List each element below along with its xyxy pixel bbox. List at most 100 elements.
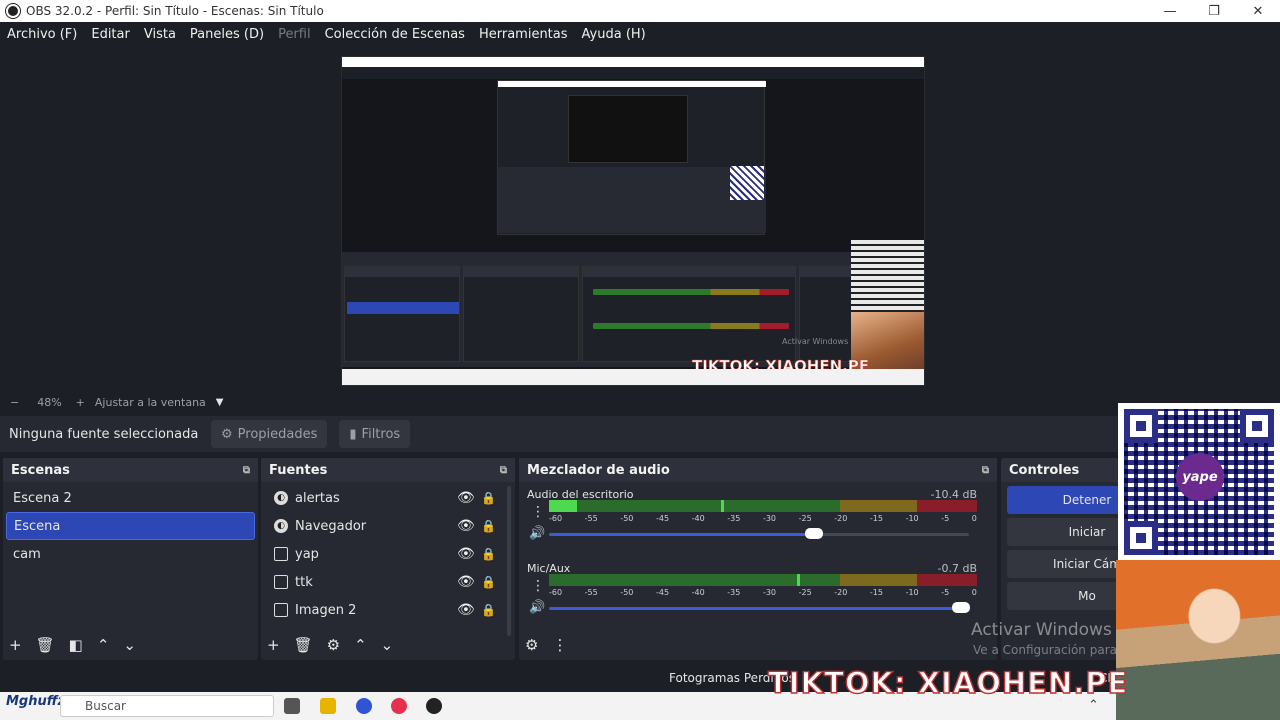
advanced-audio-gear-icon[interactable]: ⚙ <box>525 636 538 654</box>
volume-slider-track[interactable] <box>813 533 969 536</box>
tick-label: -20 <box>834 514 848 523</box>
scene-item-cam[interactable]: cam <box>6 540 255 568</box>
source-item-imagen-2[interactable]: Imagen 2 👁 🔒 <box>264 596 512 624</box>
move-up-icon[interactable]: ⌃ <box>97 636 110 654</box>
window-controls: — ❐ ✕ <box>1148 0 1280 22</box>
preview-area[interactable]: Activar Windows TIKTOK: XIAOHEN.PE <box>0 46 1280 392</box>
scene-item-escena[interactable]: Escena <box>6 512 255 540</box>
obs-taskbar-icon[interactable] <box>426 698 442 714</box>
volume-meter <box>549 500 977 512</box>
tick-label: 0 <box>971 588 977 597</box>
menu-herramientas[interactable]: Herramientas <box>472 27 575 42</box>
fit-window-label[interactable]: Ajustar a la ventana <box>95 396 206 409</box>
fit-dropdown-caret-icon[interactable]: ▼ <box>216 397 224 408</box>
menu-ayuda[interactable]: Ayuda (H) <box>575 27 653 42</box>
source-item-alertas[interactable]: ◐ alertas 👁 🔒 <box>264 484 512 512</box>
zoom-bar: − 48% + Ajustar a la ventana ▼ <box>0 392 640 412</box>
opera-icon[interactable] <box>391 698 407 714</box>
source-item-navegador[interactable]: ◐ Navegador 👁 🔒 <box>264 512 512 540</box>
qr-code-overlay: yape <box>1118 403 1280 561</box>
qr-finder-pattern <box>1124 521 1158 555</box>
undock-icon[interactable]: ⧉ <box>500 465 507 476</box>
browser-icon: ◐ <box>274 519 288 533</box>
visibility-eye-icon[interactable]: 👁 <box>457 518 475 534</box>
scene-filters-icon[interactable]: ◧ <box>69 636 83 654</box>
visibility-eye-icon[interactable]: 👁 <box>457 490 475 506</box>
tick-label: -35 <box>727 588 741 597</box>
preview-nested-docks <box>342 252 924 367</box>
lock-icon[interactable]: 🔒 <box>481 519 496 533</box>
add-scene-icon[interactable]: + <box>9 636 22 654</box>
volume-slider-knob[interactable] <box>804 528 823 539</box>
menu-paneles[interactable]: Paneles (D) <box>183 27 271 42</box>
preview-meter-1 <box>593 289 789 295</box>
remove-scene-icon[interactable]: 🗑 <box>36 636 55 654</box>
source-item-yap[interactable]: yap 👁 🔒 <box>264 540 512 568</box>
tick-label: -15 <box>869 588 883 597</box>
mixer-title: Mezclador de audio <box>527 462 670 478</box>
menu-bar: Archivo (F) Editar Vista Paneles (D) Per… <box>0 22 1280 46</box>
volume-slider-fill[interactable] <box>549 607 961 610</box>
tick-label: -20 <box>834 588 848 597</box>
add-source-icon[interactable]: + <box>267 636 280 654</box>
lock-icon[interactable]: 🔒 <box>481 575 496 589</box>
tick-label: -55 <box>584 514 598 523</box>
lock-icon[interactable]: 🔒 <box>481 547 496 561</box>
move-up-icon[interactable]: ⌃ <box>354 636 367 654</box>
tick-label: -40 <box>691 588 705 597</box>
maximize-button[interactable]: ❐ <box>1192 0 1236 22</box>
scene-item-escena-2[interactable]: Escena 2 <box>6 484 255 512</box>
mixer-dock-header: Mezclador de audio ⧉ <box>519 458 997 482</box>
track-menu-icon[interactable]: ⋮ <box>531 578 545 594</box>
discord-icon[interactable] <box>356 698 372 714</box>
preview-nested-menubar <box>342 67 924 79</box>
track-menu-icon[interactable]: ⋮ <box>531 504 545 520</box>
lock-icon[interactable]: 🔒 <box>481 491 496 505</box>
tick-label: -25 <box>798 588 812 597</box>
meter-ticks: -60 -55 -50 -45 -40 -35 -30 -25 -20 -15 … <box>549 514 977 524</box>
source-settings-gear-icon[interactable]: ⚙ <box>327 636 340 654</box>
visibility-eye-icon[interactable]: 👁 <box>457 546 475 562</box>
volume-slider-knob[interactable] <box>951 602 970 613</box>
visibility-eye-icon[interactable]: 👁 <box>457 574 475 590</box>
volume-slider-fill[interactable] <box>549 533 814 536</box>
chevron-up-icon[interactable]: ⌃ <box>1088 698 1099 713</box>
menu-editar[interactable]: Editar <box>84 27 137 42</box>
close-button[interactable]: ✕ <box>1236 0 1280 22</box>
task-view-icon[interactable] <box>284 698 300 714</box>
file-explorer-icon[interactable] <box>320 698 336 714</box>
filters-button[interactable]: ▮ Filtros <box>339 420 411 448</box>
controls-title: Controles <box>1009 462 1080 478</box>
menu-vista[interactable]: Vista <box>137 27 183 42</box>
source-item-ttk[interactable]: ttk 👁 🔒 <box>264 568 512 596</box>
sources-dock-header: Fuentes ⧉ <box>261 458 515 482</box>
undock-icon[interactable]: ⧉ <box>982 465 989 476</box>
visibility-eye-icon[interactable]: 👁 <box>457 602 475 618</box>
qr-finder-pattern <box>1124 409 1158 443</box>
taskbar-search-input[interactable]: Buscar <box>60 695 274 717</box>
undock-icon[interactable]: ⧉ <box>243 465 250 476</box>
zoom-in-button[interactable]: + <box>76 396 85 409</box>
activate-windows-title: Activar Windows <box>971 620 1112 640</box>
window-title: OBS 32.0.2 - Perfil: Sin Título - Escena… <box>26 4 324 18</box>
minimize-button[interactable]: — <box>1148 0 1192 22</box>
menu-perfil[interactable]: Perfil <box>271 27 318 42</box>
speaker-icon[interactable]: 🔊 <box>529 600 545 615</box>
properties-button[interactable]: ⚙ Propiedades <box>211 420 328 448</box>
image-icon <box>274 575 288 589</box>
move-down-icon[interactable]: ⌄ <box>123 636 136 654</box>
move-down-icon[interactable]: ⌄ <box>381 636 394 654</box>
remove-source-icon[interactable]: 🗑 <box>294 636 313 654</box>
lock-icon[interactable]: 🔒 <box>481 603 496 617</box>
preview-canvas[interactable]: Activar Windows TIKTOK: XIAOHEN.PE <box>341 56 925 386</box>
zoom-out-button[interactable]: − <box>10 396 19 409</box>
meter-ticks: -60 -55 -50 -45 -40 -35 -30 -25 -20 -15 … <box>549 588 977 598</box>
preview-activate-text: Activar Windows <box>782 337 849 346</box>
sources-scrollbar[interactable] <box>507 486 511 636</box>
menu-coleccion-escenas[interactable]: Colección de Escenas <box>318 27 472 42</box>
mixer-menu-icon[interactable]: ⋮ <box>552 636 567 654</box>
menu-archivo[interactable]: Archivo (F) <box>0 27 84 42</box>
source-label: Imagen 2 <box>295 602 357 618</box>
speaker-icon[interactable]: 🔊 <box>529 526 545 541</box>
tick-label: -45 <box>655 514 670 523</box>
